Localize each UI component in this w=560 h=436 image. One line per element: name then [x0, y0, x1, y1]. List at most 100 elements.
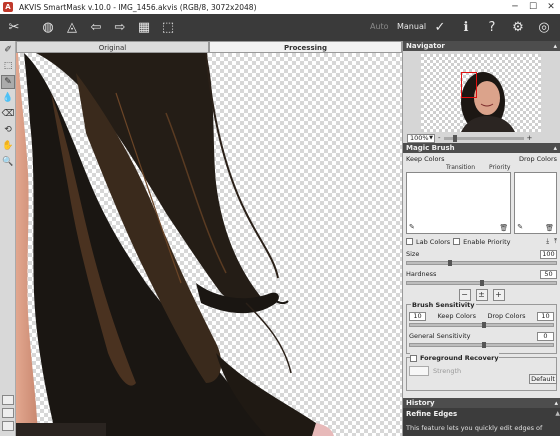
collapse-icon[interactable]: ▴	[553, 143, 557, 153]
magic-brush-panel: Keep Colors Drop Colors Transition Prior…	[403, 153, 560, 391]
akvis-logo-icon: A	[3, 2, 13, 12]
zoom-icon[interactable]: 🔍	[1, 155, 15, 169]
hand-icon[interactable]: ✋	[1, 139, 15, 153]
hardness-input[interactable]: 50	[540, 269, 557, 279]
general-sensitivity-slider[interactable]	[409, 342, 554, 348]
drop-colors-sensitivity-label: Drop Colors	[487, 312, 526, 320]
column-headers: Transition Priority	[406, 164, 557, 172]
history-header[interactable]: History ▴	[403, 398, 560, 408]
magic-brush-title: Magic Brush	[406, 144, 455, 152]
zoom-in-button[interactable]: +	[527, 134, 533, 142]
keep-colors-list[interactable]: ✎ 🗑	[406, 172, 512, 234]
undo-arrow-icon[interactable]: ⇦	[86, 18, 106, 38]
main-toolbar: ✂ ◍ ◬ ⇦ ⇨ ▦ ⬚ Auto Manual ✓ ℹ ? ⚙ ◎	[0, 14, 560, 41]
window-title: AKVIS SmartMask v.10.0 - IMG_1456.akvis …	[19, 2, 257, 12]
save-image-icon[interactable]: ◬	[62, 18, 82, 38]
history-body-text: This feature lets you quickly edit edges…	[406, 424, 543, 432]
minimize-button[interactable]: ─	[506, 0, 524, 14]
selection-brush-icon[interactable]: ✐	[1, 43, 15, 57]
zoom-slider-knob[interactable]	[452, 134, 457, 142]
default-button[interactable]: Default	[529, 374, 557, 384]
recovery-color-swatch[interactable]	[409, 366, 429, 376]
history-brush-icon[interactable]: ⟲	[1, 123, 15, 137]
drop-icon[interactable]: 💧	[1, 91, 15, 105]
minus-icon[interactable]: −	[458, 289, 471, 301]
size-slider-knob[interactable]	[448, 260, 452, 266]
mask-view-icon[interactable]: ⬚	[158, 18, 178, 38]
tab-original[interactable]: Original	[16, 41, 209, 53]
scissors-icon[interactable]: ✂	[4, 18, 24, 38]
maximize-button[interactable]: ☐	[524, 0, 542, 14]
info-icon[interactable]: ℹ	[456, 17, 476, 37]
preset-buttons: ⤓ ⤒	[546, 237, 557, 246]
enable-priority-checkbox[interactable]	[453, 238, 461, 245]
eyedropper-icon[interactable]: ✎	[409, 223, 415, 231]
drop-colors-label: Drop Colors	[518, 155, 557, 163]
navigator-panel: 100% ▼ - +	[403, 51, 560, 143]
size-input[interactable]: 100	[540, 249, 557, 259]
preferences-icon[interactable]: ◎	[534, 17, 554, 37]
navigator-thumbnail[interactable]	[421, 54, 541, 132]
lab-colors-checkbox[interactable]	[406, 238, 413, 245]
navigator-title: Navigator	[406, 42, 445, 50]
save-preset-icon[interactable]: ⤒	[554, 237, 557, 246]
general-sensitivity-input[interactable]: 0	[537, 331, 554, 341]
drop-colors-list[interactable]: ✎ 🗑	[514, 172, 557, 234]
scroll-up-icon[interactable]: ▲	[555, 410, 560, 417]
eraser-icon[interactable]: ⌫	[1, 107, 15, 121]
image-canvas[interactable]	[16, 53, 402, 436]
background-grid-icon[interactable]: ▦	[134, 18, 154, 38]
open-image-icon[interactable]: ◍	[38, 18, 58, 38]
collapse-icon[interactable]: ▴	[554, 398, 558, 408]
color-lists-header: Keep Colors Drop Colors	[406, 155, 557, 164]
zoom-select[interactable]: 100% ▼	[407, 133, 435, 143]
apply-check-icon[interactable]: ✓	[430, 17, 450, 37]
plus-icon[interactable]: +	[492, 289, 505, 301]
close-button[interactable]: ✕	[542, 0, 560, 14]
eyedropper-icon[interactable]: ✎	[517, 223, 523, 231]
hardness-label: Hardness	[406, 270, 437, 278]
redo-arrow-icon[interactable]: ⇨	[110, 18, 130, 38]
brush-mode-buttons: − ± +	[406, 289, 557, 301]
transition-column: Transition	[446, 164, 476, 171]
keep-colors-label: Keep Colors	[406, 155, 445, 163]
plus-minus-icon[interactable]: ±	[475, 289, 488, 301]
drop-colors-sensitivity-input[interactable]: 10	[536, 311, 554, 321]
brush-sensitivity-label: Brush Sensitivity	[411, 301, 476, 309]
collapse-icon[interactable]: ▴	[553, 41, 557, 51]
size-row: Size 100	[406, 249, 557, 259]
tab-processing[interactable]: Processing	[209, 41, 402, 53]
magic-brush-header[interactable]: Magic Brush ▴	[403, 143, 560, 153]
navigator-view-rect[interactable]	[461, 72, 477, 98]
strength-label: Strength	[433, 367, 462, 375]
gray-bg-icon[interactable]	[2, 421, 14, 431]
size-slider[interactable]	[406, 260, 557, 266]
checker-bg-icon[interactable]	[2, 395, 14, 405]
load-preset-icon[interactable]: ⤓	[546, 237, 549, 246]
foreground-recovery-header: Foreground Recovery	[410, 353, 499, 363]
brush-sensitivity-group: Brush Sensitivity 10 Keep Colors Drop Co…	[406, 301, 557, 354]
general-sensitivity-row: General Sensitivity 0	[409, 331, 554, 341]
mode-auto-tab[interactable]: Auto	[370, 22, 389, 31]
mode-manual-tab[interactable]: Manual	[397, 22, 426, 31]
sensitivity-slider[interactable]	[409, 322, 554, 328]
zoom-controls: 100% ▼ - +	[407, 133, 557, 143]
general-sensitivity-slider-knob[interactable]	[482, 342, 486, 348]
zoom-out-button[interactable]: -	[438, 134, 441, 142]
foreground-recovery-checkbox[interactable]	[410, 354, 417, 362]
white-bg-icon[interactable]	[2, 408, 14, 418]
keep-colors-sensitivity-input[interactable]: 10	[409, 311, 426, 321]
hardness-slider-knob[interactable]	[480, 280, 484, 286]
tools-column: ✐ ⬚ ✎ 💧 ⌫ ⟲ ✋ 🔍	[0, 41, 16, 436]
trash-icon[interactable]: 🗑	[545, 224, 554, 232]
rect-select-icon[interactable]: ⬚	[1, 59, 15, 73]
help-icon[interactable]: ?	[482, 17, 502, 37]
gear-icon[interactable]: ⚙	[508, 17, 528, 37]
zoom-slider[interactable]	[443, 134, 524, 142]
magic-brush-icon[interactable]: ✎	[1, 75, 15, 89]
trash-icon[interactable]: 🗑	[499, 224, 508, 232]
sensitivity-slider-knob[interactable]	[482, 322, 486, 328]
navigator-header[interactable]: Navigator ▴	[403, 41, 560, 51]
foreground-recovery-label: Foreground Recovery	[420, 354, 499, 362]
hardness-slider[interactable]	[406, 280, 557, 286]
